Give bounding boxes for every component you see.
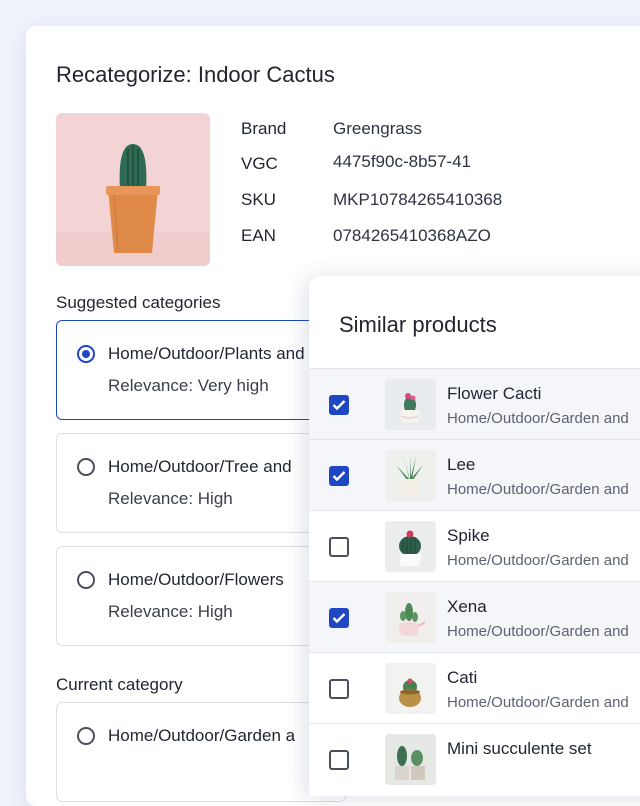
panel-title: Similar products — [339, 312, 497, 337]
checkbox-icon[interactable] — [329, 537, 349, 557]
product-name: Lee — [447, 455, 476, 474]
product-name: Mini succulente set — [447, 739, 592, 758]
product-image — [56, 113, 210, 266]
category-option-plants[interactable]: Home/Outdoor/Plants and Relevance: Very … — [56, 320, 346, 420]
succulent-set-thumbnail — [385, 734, 436, 785]
checkbox-icon[interactable] — [329, 750, 349, 770]
category-relevance: Relevance: High — [108, 602, 233, 621]
product-row[interactable]: Mini succulente set — [309, 723, 640, 794]
product-row[interactable]: Spike Home/Outdoor/Garden and — [309, 510, 640, 581]
current-category-heading: Current category — [56, 675, 183, 694]
category-path: Home/Outdoor/Garden a — [108, 726, 296, 745]
sku-label: SKU — [241, 190, 276, 209]
brand-value: Greengrass — [333, 119, 422, 138]
product-name: Flower Cacti — [447, 384, 542, 403]
product-category: Home/Outdoor/Garden and — [447, 481, 629, 498]
round-cactus-thumbnail — [385, 521, 436, 572]
product-row[interactable]: Cati Home/Outdoor/Garden and — [309, 652, 640, 723]
category-path: Home/Outdoor/Plants and — [108, 344, 305, 363]
product-name: Xena — [447, 597, 487, 616]
checkbox-checked-icon[interactable] — [329, 608, 349, 628]
product-category: Home/Outdoor/Garden and — [447, 552, 629, 569]
category-path: Home/Outdoor/Tree and — [108, 457, 292, 476]
similar-products-panel: Similar products Flower Cacti Home/Outdo… — [309, 276, 640, 796]
product-name: Cati — [447, 668, 478, 687]
category-option-flowers[interactable]: Home/Outdoor/Flowers Relevance: High — [56, 546, 346, 646]
radio-selected-icon[interactable] — [77, 345, 95, 363]
category-option-tree[interactable]: Home/Outdoor/Tree and Relevance: High — [56, 433, 346, 533]
radio-icon[interactable] — [77, 571, 95, 589]
category-path: Home/Outdoor/Flowers — [108, 570, 284, 589]
sku-value: MKP10784265410368 — [333, 190, 503, 209]
product-name: Spike — [447, 526, 490, 545]
ean-value: 0784265410368AZO — [333, 226, 491, 245]
checkbox-icon[interactable] — [329, 679, 349, 699]
checkbox-checked-icon[interactable] — [329, 466, 349, 486]
product-row[interactable]: Xena Home/Outdoor/Garden and — [309, 581, 640, 652]
product-category: Home/Outdoor/Garden and — [447, 694, 629, 711]
category-relevance: Relevance: Very high — [108, 376, 269, 395]
vgc-value: 4475f90c-8b57-41 — [333, 152, 472, 171]
ean-label: EAN — [241, 226, 276, 245]
gold-pot-cactus-thumbnail — [385, 663, 436, 714]
category-relevance: Relevance: High — [108, 489, 233, 508]
vgc-label: VGC — [241, 154, 278, 173]
radio-icon[interactable] — [77, 727, 95, 745]
suggested-categories-heading: Suggested categories — [56, 293, 221, 312]
aloe-plant-thumbnail — [385, 450, 436, 501]
product-category: Home/Outdoor/Garden and — [447, 623, 629, 640]
product-category: Home/Outdoor/Garden and — [447, 410, 629, 427]
checkbox-checked-icon[interactable] — [329, 395, 349, 415]
cactus-teapot-thumbnail — [385, 592, 436, 643]
pink-cactus-pot-thumbnail — [385, 379, 436, 430]
brand-label: Brand — [241, 119, 287, 138]
category-option-current[interactable]: Home/Outdoor/Garden a — [56, 702, 346, 802]
radio-icon[interactable] — [77, 458, 95, 476]
product-row[interactable]: Flower Cacti Home/Outdoor/Garden and — [309, 368, 640, 439]
page-title: Recategorize: Indoor Cactus — [56, 62, 335, 87]
product-row[interactable]: Lee Home/Outdoor/Garden and — [309, 439, 640, 510]
